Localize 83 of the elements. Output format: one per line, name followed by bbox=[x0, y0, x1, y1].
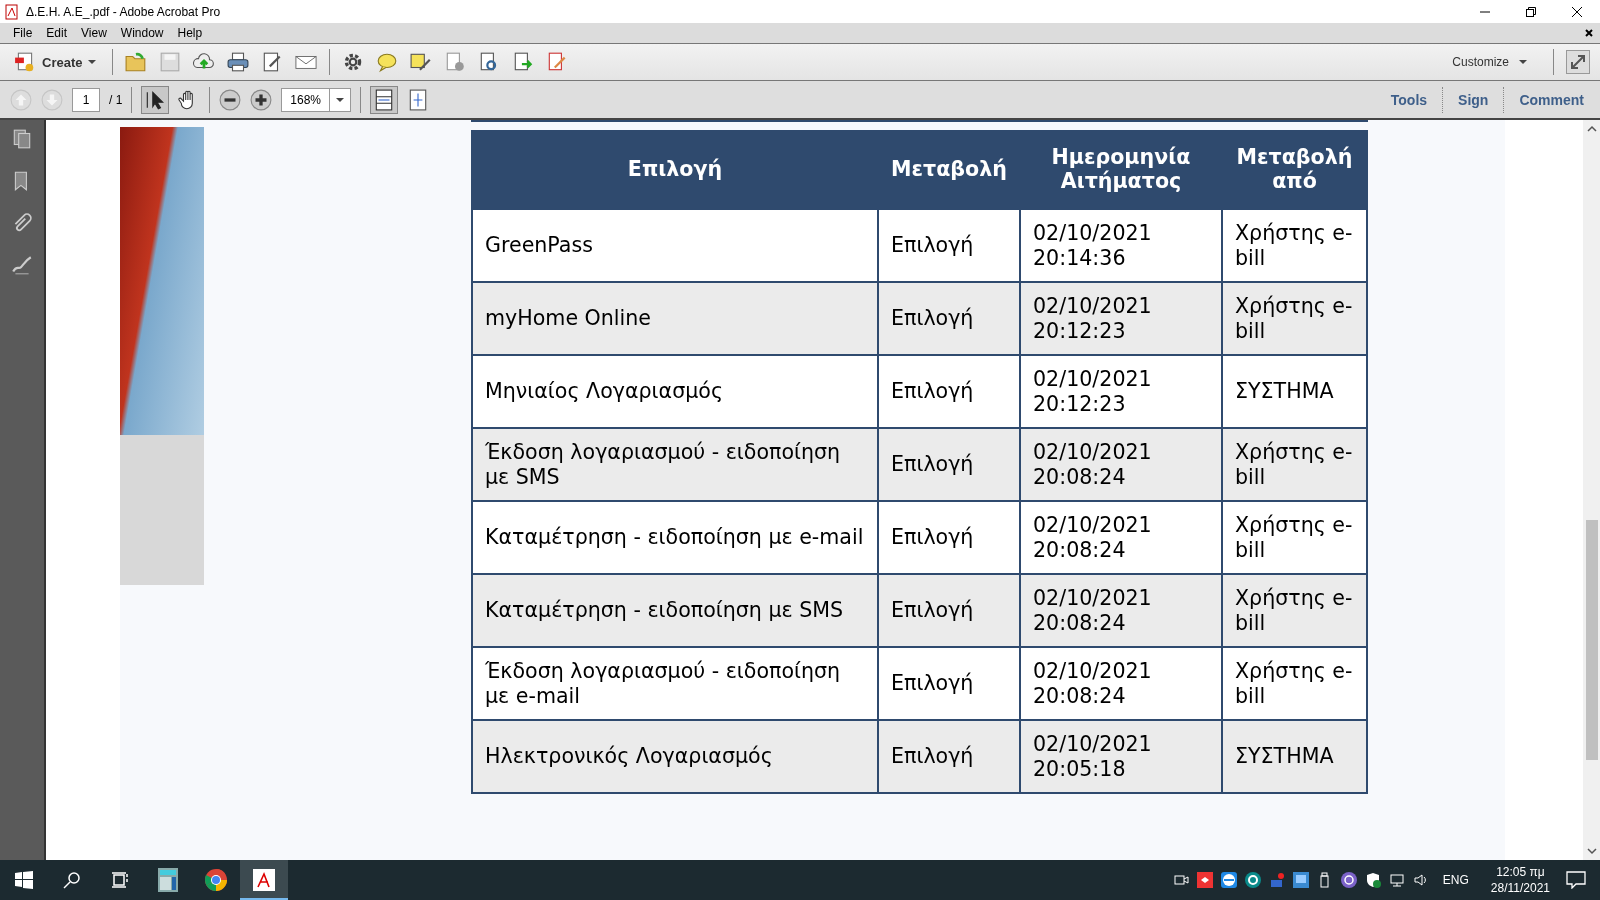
document-export-icon[interactable] bbox=[512, 51, 535, 73]
language-indicator[interactable]: ENG bbox=[1442, 873, 1469, 887]
table-cell: Χρήστης e-bill bbox=[1222, 501, 1367, 574]
speaker-icon[interactable] bbox=[1412, 872, 1429, 888]
table-cell: Επιλογή bbox=[878, 647, 1020, 720]
column-header: Μεταβολή από bbox=[1222, 131, 1367, 209]
panel-tab[interactable]: Comment bbox=[1513, 91, 1590, 108]
table-cell: ΣΥΣΤΗΜΑ bbox=[1222, 355, 1367, 428]
menu-item[interactable]: Window bbox=[115, 26, 169, 40]
scroll-down-icon[interactable] bbox=[1586, 846, 1597, 856]
menu-item[interactable]: File bbox=[8, 26, 38, 40]
table-cell: Χρήστης e-bill bbox=[1222, 647, 1367, 720]
remote-app-icon[interactable] bbox=[1196, 872, 1213, 888]
table-cell: Χρήστης e-bill bbox=[1222, 574, 1367, 647]
new-document-icon bbox=[14, 51, 36, 73]
table-cell: Χρήστης e-bill bbox=[1222, 282, 1367, 355]
table-cell: Καταμέτρηση - ειδοποίηση με SMS bbox=[472, 574, 878, 647]
zoom-in-icon[interactable] bbox=[250, 88, 273, 111]
menu-item[interactable]: Help bbox=[172, 26, 208, 40]
pdf-app-icon bbox=[253, 869, 275, 891]
table-cell: Επιλογή bbox=[878, 574, 1020, 647]
close-icon[interactable] bbox=[1584, 28, 1594, 38]
menu-item[interactable]: View bbox=[76, 26, 112, 40]
table-cell: Επιλογή bbox=[878, 355, 1020, 428]
table-cell: 02/10/2021 20:08:24 bbox=[1020, 647, 1222, 720]
table-cell: 02/10/2021 20:08:24 bbox=[1020, 574, 1222, 647]
table-cell: Επιλογή bbox=[878, 282, 1020, 355]
column-header: Επιλογή bbox=[472, 131, 878, 209]
clock-time[interactable]: 12:05 πμ bbox=[1496, 864, 1545, 880]
table-cell: Έκδοση λογαριασμού - ειδοποίηση με e-mail bbox=[472, 647, 878, 720]
table-cell: Επιλογή bbox=[878, 501, 1020, 574]
network-icon[interactable] bbox=[1388, 872, 1405, 888]
table-cell: 02/10/2021 20:12:23 bbox=[1020, 355, 1222, 428]
fit-page-icon[interactable] bbox=[370, 85, 399, 114]
table-cell: Μηνιαίος Λογαριασμός bbox=[472, 355, 878, 428]
column-header: Ημερομηνία Αιτήματος bbox=[1020, 131, 1222, 209]
table-cell: Ηλεκτρονικός Λογαριασμός bbox=[472, 720, 878, 793]
customize-button[interactable]: Customize bbox=[1446, 54, 1533, 70]
panel-tab[interactable]: Tools bbox=[1384, 91, 1434, 108]
scroll-up-icon[interactable] bbox=[1586, 124, 1597, 134]
caret-icon bbox=[1519, 58, 1527, 66]
caret-icon bbox=[88, 58, 97, 66]
comment-icon[interactable] bbox=[376, 51, 399, 73]
pdf-app-icon bbox=[4, 3, 20, 20]
table-cell: Καταμέτρηση - ειδοποίηση με e-mail bbox=[472, 501, 878, 574]
table-cell: Χρήστης e-bill bbox=[1222, 209, 1367, 282]
highlight-text-icon[interactable] bbox=[410, 51, 433, 73]
browser-icon bbox=[204, 868, 228, 892]
panel-tab[interactable]: Sign bbox=[1452, 91, 1495, 108]
table-cell: Έκδοση λογαριασμού - ειδοποίηση με SMS bbox=[472, 428, 878, 501]
camera-icon[interactable] bbox=[1172, 872, 1189, 888]
zoom-out-icon[interactable] bbox=[219, 88, 242, 111]
table-cell: 02/10/2021 20:14:36 bbox=[1020, 209, 1222, 282]
pages-icon[interactable] bbox=[11, 128, 33, 150]
window-title: Δ.Ε.Η. Α.Ε_.pdf - Adobe Acrobat Pro bbox=[26, 4, 221, 19]
calculator-icon bbox=[158, 868, 178, 892]
page-number-field[interactable]: 1 bbox=[72, 87, 100, 112]
page-count: / 1 bbox=[109, 92, 123, 107]
table-cell: 02/10/2021 20:08:24 bbox=[1020, 501, 1222, 574]
select-cursor-icon[interactable] bbox=[141, 85, 170, 114]
open-folder-icon[interactable] bbox=[125, 51, 148, 73]
table-cell: 02/10/2021 20:08:24 bbox=[1020, 428, 1222, 501]
column-header: Μεταβολή bbox=[878, 131, 1020, 209]
table-cell: Χρήστης e-bill bbox=[1222, 428, 1367, 501]
shield-icon[interactable] bbox=[1364, 872, 1381, 888]
table-cell: ΣΥΣΤΗΜΑ bbox=[1222, 720, 1367, 793]
table-cell: 02/10/2021 20:05:18 bbox=[1020, 720, 1222, 793]
table-cell: 02/10/2021 20:12:23 bbox=[1020, 282, 1222, 355]
table-cell: Επιλογή bbox=[878, 428, 1020, 501]
table-cell: Επιλογή bbox=[878, 209, 1020, 282]
table-cell: myHome Online bbox=[472, 282, 878, 355]
notification-icon[interactable] bbox=[1566, 871, 1586, 889]
table-cell: Επιλογή bbox=[878, 720, 1020, 793]
menu-item[interactable]: Edit bbox=[41, 26, 73, 40]
scrollbar-thumb[interactable] bbox=[1585, 520, 1598, 760]
zoom-dropdown[interactable]: 168% bbox=[281, 87, 352, 112]
expand-icon[interactable] bbox=[1566, 50, 1590, 74]
taskbar-app[interactable] bbox=[240, 860, 288, 900]
clock-date[interactable]: 28/11/2021 bbox=[1490, 880, 1550, 896]
table-cell: GreenPass bbox=[472, 209, 878, 282]
signature-icon[interactable] bbox=[11, 254, 33, 276]
print-icon[interactable] bbox=[227, 51, 250, 73]
create-button[interactable]: Create bbox=[10, 51, 101, 73]
